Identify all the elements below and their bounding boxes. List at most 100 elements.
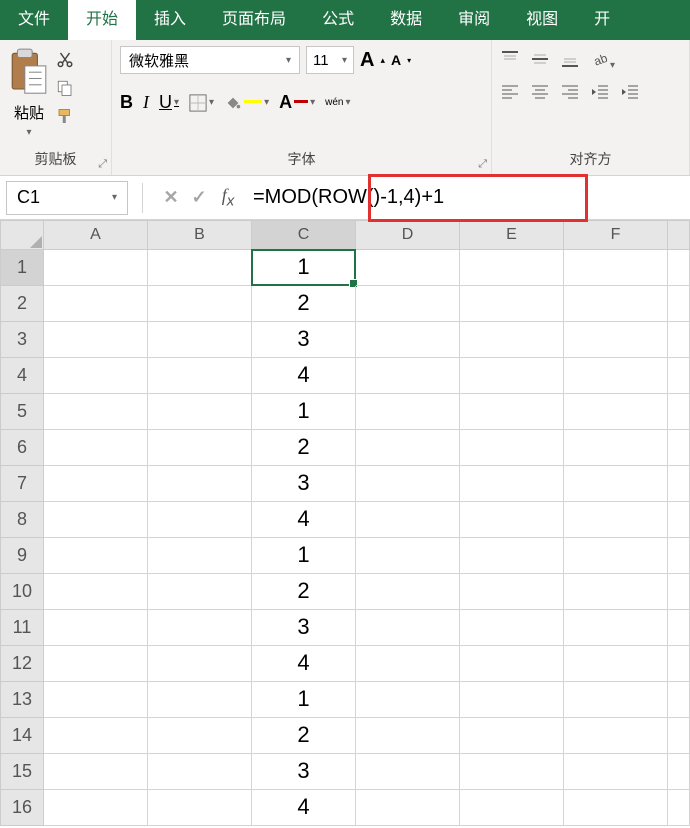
cut-button[interactable] bbox=[56, 50, 74, 73]
cell[interactable] bbox=[356, 790, 460, 826]
cell[interactable]: 4 bbox=[252, 646, 356, 682]
copy-button[interactable] bbox=[56, 79, 74, 102]
cell[interactable]: 1 bbox=[252, 682, 356, 718]
tab-formulas[interactable]: 公式 bbox=[304, 0, 372, 40]
column-header[interactable]: F bbox=[564, 220, 668, 250]
cell[interactable]: 4 bbox=[252, 790, 356, 826]
font-color-button[interactable]: A ▾ bbox=[279, 92, 315, 113]
cell[interactable] bbox=[44, 574, 148, 610]
cell[interactable] bbox=[564, 502, 668, 538]
cell[interactable] bbox=[148, 430, 252, 466]
cell[interactable] bbox=[44, 646, 148, 682]
cell[interactable] bbox=[564, 538, 668, 574]
cell[interactable] bbox=[564, 394, 668, 430]
align-right-button[interactable] bbox=[560, 83, 580, 106]
cell[interactable] bbox=[460, 250, 564, 286]
row-header[interactable]: 12 bbox=[0, 646, 44, 682]
cell[interactable] bbox=[356, 430, 460, 466]
cell[interactable] bbox=[44, 358, 148, 394]
row-header[interactable]: 5 bbox=[0, 394, 44, 430]
cell[interactable] bbox=[668, 718, 690, 754]
cell[interactable] bbox=[356, 322, 460, 358]
cell[interactable]: 2 bbox=[252, 286, 356, 322]
select-all-button[interactable] bbox=[0, 220, 44, 250]
cell[interactable] bbox=[460, 430, 564, 466]
cell[interactable] bbox=[564, 322, 668, 358]
cell[interactable] bbox=[668, 682, 690, 718]
cell[interactable] bbox=[44, 322, 148, 358]
cell[interactable] bbox=[44, 430, 148, 466]
orientation-button[interactable]: ab▾ bbox=[590, 50, 615, 73]
enter-formula-button[interactable]: ✓ bbox=[185, 187, 213, 208]
cell[interactable]: 2 bbox=[252, 430, 356, 466]
cell[interactable] bbox=[356, 610, 460, 646]
tab-data[interactable]: 数据 bbox=[372, 0, 440, 40]
cell[interactable] bbox=[668, 754, 690, 790]
cell[interactable] bbox=[44, 286, 148, 322]
cell[interactable] bbox=[356, 682, 460, 718]
cell[interactable] bbox=[564, 358, 668, 394]
cell[interactable]: 2 bbox=[252, 574, 356, 610]
name-box[interactable]: C1 ▾ bbox=[6, 181, 128, 215]
cell[interactable]: 1 bbox=[252, 538, 356, 574]
cell[interactable] bbox=[148, 574, 252, 610]
cell[interactable] bbox=[460, 718, 564, 754]
row-header[interactable]: 14 bbox=[0, 718, 44, 754]
cell[interactable] bbox=[148, 286, 252, 322]
fill-color-button[interactable]: ▾ bbox=[224, 94, 269, 112]
cell[interactable] bbox=[564, 682, 668, 718]
cell[interactable] bbox=[668, 286, 690, 322]
row-header[interactable]: 11 bbox=[0, 610, 44, 646]
row-header[interactable]: 1 bbox=[0, 250, 44, 286]
increase-indent-button[interactable] bbox=[620, 83, 640, 106]
cell[interactable] bbox=[148, 646, 252, 682]
column-header[interactable]: E bbox=[460, 220, 564, 250]
tab-more[interactable]: 开 bbox=[576, 0, 628, 40]
cell[interactable] bbox=[44, 538, 148, 574]
row-header[interactable]: 3 bbox=[0, 322, 44, 358]
cell[interactable] bbox=[356, 502, 460, 538]
cell[interactable]: 1 bbox=[252, 250, 356, 286]
borders-button[interactable]: ▾ bbox=[189, 94, 214, 112]
cell[interactable] bbox=[668, 790, 690, 826]
cell[interactable] bbox=[356, 646, 460, 682]
cell[interactable] bbox=[148, 250, 252, 286]
cell[interactable] bbox=[44, 466, 148, 502]
align-bottom-button[interactable] bbox=[560, 50, 580, 73]
cancel-formula-button[interactable]: ✕ bbox=[157, 187, 185, 208]
column-header[interactable]: D bbox=[356, 220, 460, 250]
align-middle-button[interactable] bbox=[530, 50, 550, 73]
cell[interactable] bbox=[460, 394, 564, 430]
cell[interactable] bbox=[356, 250, 460, 286]
cell[interactable]: 3 bbox=[252, 610, 356, 646]
cell[interactable] bbox=[668, 430, 690, 466]
cell[interactable] bbox=[668, 610, 690, 646]
cell[interactable] bbox=[44, 250, 148, 286]
cell[interactable] bbox=[148, 538, 252, 574]
cell[interactable] bbox=[356, 574, 460, 610]
column-header[interactable] bbox=[668, 220, 690, 250]
cell[interactable] bbox=[564, 430, 668, 466]
increase-font-button[interactable]: A bbox=[360, 49, 374, 72]
row-header[interactable]: 13 bbox=[0, 682, 44, 718]
cell[interactable] bbox=[356, 718, 460, 754]
cell[interactable] bbox=[148, 322, 252, 358]
decrease-font-button[interactable]: A bbox=[391, 52, 401, 68]
font-size-select[interactable]: 11 ▾ bbox=[306, 46, 354, 74]
cell[interactable] bbox=[148, 394, 252, 430]
cell[interactable] bbox=[148, 682, 252, 718]
underline-button[interactable]: U▾ bbox=[159, 92, 179, 113]
cell[interactable] bbox=[460, 610, 564, 646]
tab-page-layout[interactable]: 页面布局 bbox=[204, 0, 304, 40]
cell[interactable] bbox=[148, 502, 252, 538]
cell[interactable] bbox=[460, 682, 564, 718]
cell[interactable] bbox=[148, 754, 252, 790]
align-left-button[interactable] bbox=[500, 83, 520, 106]
decrease-indent-button[interactable] bbox=[590, 83, 610, 106]
cell[interactable] bbox=[460, 322, 564, 358]
cell[interactable] bbox=[44, 502, 148, 538]
cell[interactable] bbox=[356, 286, 460, 322]
cell[interactable] bbox=[564, 250, 668, 286]
row-header[interactable]: 6 bbox=[0, 430, 44, 466]
cell[interactable] bbox=[460, 466, 564, 502]
